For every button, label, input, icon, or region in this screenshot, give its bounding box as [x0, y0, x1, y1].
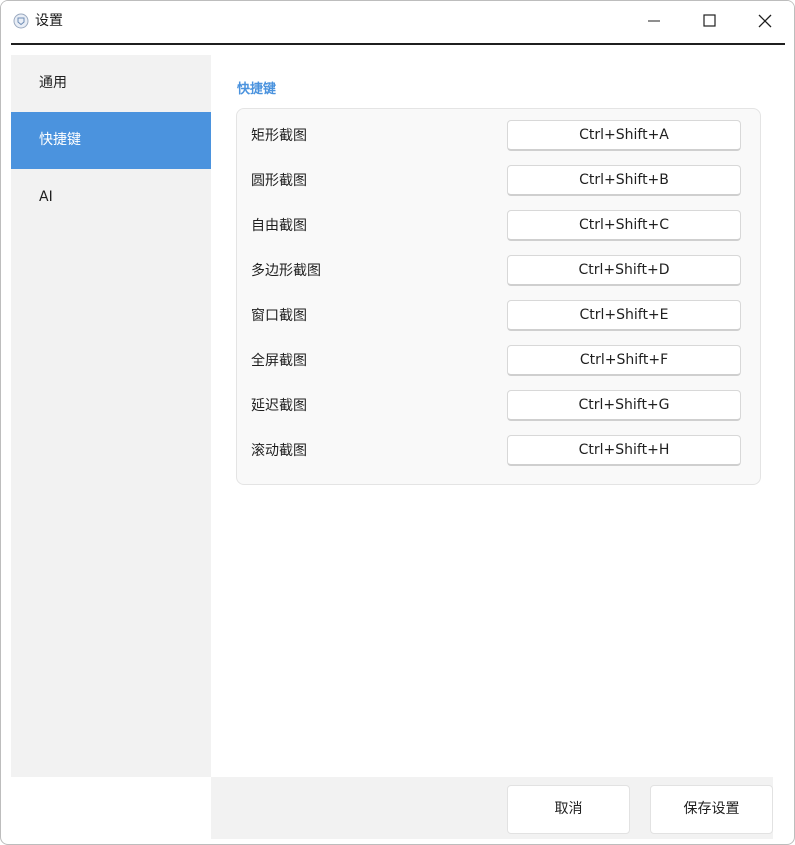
- sidebar-item-shortcuts[interactable]: 快捷键: [11, 112, 211, 169]
- close-button[interactable]: [737, 1, 793, 41]
- title-bar: 设置: [1, 1, 794, 41]
- shortcut-row: 滚动截图 Ctrl+Shift+H: [237, 424, 760, 469]
- close-icon: [758, 14, 772, 28]
- sidebar-item-label: AI: [39, 189, 53, 205]
- maximize-button[interactable]: [681, 1, 737, 41]
- shortcut-key-input[interactable]: Ctrl+Shift+A: [507, 120, 741, 151]
- sidebar-item-ai[interactable]: AI: [11, 169, 211, 226]
- minimize-icon: [648, 20, 660, 22]
- shortcut-row: 矩形截图 Ctrl+Shift+A: [237, 109, 760, 154]
- shortcut-key-input[interactable]: Ctrl+Shift+G: [507, 390, 741, 421]
- shortcut-key-input[interactable]: Ctrl+Shift+H: [507, 435, 741, 466]
- shortcut-label: 延迟截图: [251, 398, 307, 414]
- shortcut-label: 圆形截图: [251, 173, 307, 189]
- sidebar: 通用 快捷键 AI: [11, 55, 211, 777]
- shortcut-row: 窗口截图 Ctrl+Shift+E: [237, 289, 760, 334]
- shortcut-label: 滚动截图: [251, 443, 307, 459]
- shortcut-label: 自由截图: [251, 218, 307, 234]
- app-icon: [13, 13, 29, 29]
- section-title: 快捷键: [237, 82, 277, 97]
- cancel-button[interactable]: 取消: [507, 785, 630, 834]
- window-title: 设置: [35, 13, 63, 29]
- shortcut-key-input[interactable]: Ctrl+Shift+B: [507, 165, 741, 196]
- shortcut-row: 自由截图 Ctrl+Shift+C: [237, 199, 760, 244]
- shortcut-row: 多边形截图 Ctrl+Shift+D: [237, 244, 760, 289]
- shortcut-key-input[interactable]: Ctrl+Shift+C: [507, 210, 741, 241]
- sidebar-item-general[interactable]: 通用: [11, 55, 211, 112]
- shortcut-label: 全屏截图: [251, 353, 307, 369]
- shortcut-label: 多边形截图: [251, 263, 321, 279]
- shortcut-key-input[interactable]: Ctrl+Shift+D: [507, 255, 741, 286]
- shortcut-key-input[interactable]: Ctrl+Shift+F: [507, 345, 741, 376]
- sidebar-item-label: 快捷键: [39, 132, 81, 148]
- settings-window: 设置 通用 快捷键 AI 快捷键 矩形截图 Ctrl+Shift+A 圆形截图 …: [0, 0, 795, 845]
- shortcut-label: 窗口截图: [251, 308, 307, 324]
- shortcut-row: 全屏截图 Ctrl+Shift+F: [237, 334, 760, 379]
- sidebar-item-label: 通用: [39, 75, 67, 91]
- minimize-button[interactable]: [626, 1, 682, 41]
- shortcuts-card: 矩形截图 Ctrl+Shift+A 圆形截图 Ctrl+Shift+B 自由截图…: [236, 108, 761, 485]
- shortcut-row: 延迟截图 Ctrl+Shift+G: [237, 379, 760, 424]
- footer-bar: 取消 保存设置: [211, 777, 773, 839]
- shortcut-row: 圆形截图 Ctrl+Shift+B: [237, 154, 760, 199]
- shortcut-key-input[interactable]: Ctrl+Shift+E: [507, 300, 741, 331]
- maximize-icon: [703, 14, 716, 27]
- title-divider: [11, 43, 785, 45]
- shortcut-label: 矩形截图: [251, 128, 307, 144]
- save-settings-button[interactable]: 保存设置: [650, 785, 773, 834]
